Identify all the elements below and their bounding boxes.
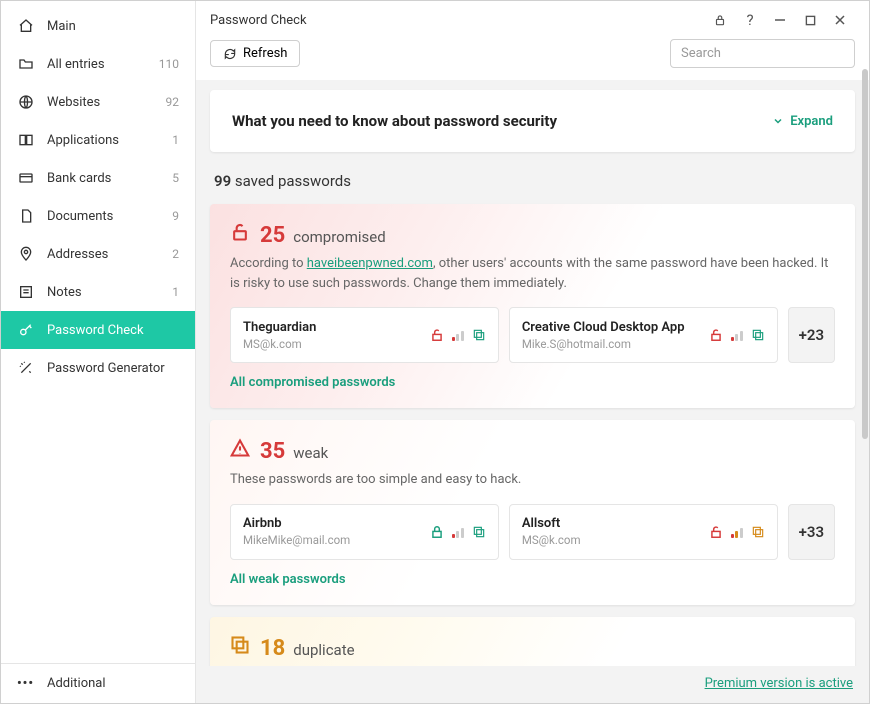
strength-icon: [452, 329, 464, 341]
duplicate-icon: [751, 525, 765, 539]
wand-icon: [17, 359, 35, 377]
panel-heading: 25 compromised: [230, 222, 835, 248]
sidebar-label: Main: [47, 19, 179, 34]
more-count-badge[interactable]: +33: [788, 504, 835, 560]
card-icon: [17, 169, 35, 187]
footer: Premium version is active: [196, 666, 869, 703]
duplicate-icon: [472, 525, 486, 539]
entries-row: Theguardian MS@k.com Creative Cloud Desk…: [230, 307, 835, 363]
sidebar-item-addresses[interactable]: Addresses 2: [1, 235, 195, 273]
sidebar-item-all-entries[interactable]: All entries 110: [1, 45, 195, 83]
refresh-button[interactable]: Refresh: [210, 40, 300, 67]
strength-icon: [452, 526, 464, 538]
document-icon: [17, 207, 35, 225]
note-icon: [17, 283, 35, 301]
sidebar-item-notes[interactable]: Notes 1: [1, 273, 195, 311]
home-icon: [17, 17, 35, 35]
hibp-link[interactable]: haveibeenpwned.com: [307, 256, 433, 271]
minimize-button[interactable]: [765, 9, 795, 31]
sidebar-item-main[interactable]: Main: [1, 7, 195, 45]
sidebar-item-websites[interactable]: Websites 92: [1, 83, 195, 121]
toolbar: Refresh: [196, 33, 869, 80]
unlock-icon: [430, 328, 444, 342]
more-icon: •••: [17, 676, 35, 691]
expand-button[interactable]: Expand: [772, 114, 833, 129]
unlock-icon: [230, 222, 250, 242]
info-card-title: What you need to know about password sec…: [232, 112, 772, 130]
unlock-icon: [709, 525, 723, 539]
password-entry[interactable]: Airbnb MikeMike@mail.com: [230, 504, 499, 560]
sidebar-item-password-check[interactable]: Password Check: [1, 311, 195, 349]
password-entry[interactable]: Theguardian MS@k.com: [230, 307, 499, 363]
all-weak-link[interactable]: All weak passwords: [230, 572, 835, 587]
panel-weak: 35 weak These passwords are too simple a…: [210, 420, 855, 605]
panel-heading: 18 duplicate: [230, 635, 835, 661]
chevron-down-icon: [772, 115, 784, 127]
panel-description: These passwords are too simple and easy …: [230, 470, 835, 490]
sidebar-item-password-generator[interactable]: Password Generator: [1, 349, 195, 387]
warning-icon: [230, 438, 250, 458]
strength-icon: [731, 329, 743, 341]
lock-icon[interactable]: [705, 9, 735, 31]
sidebar-footer-additional[interactable]: ••• Additional: [1, 663, 195, 703]
strength-icon: [731, 526, 743, 538]
titlebar: Password Check ?: [196, 1, 869, 33]
main-area: Password Check ? Refresh What you need t…: [196, 1, 869, 703]
lock-icon: [430, 525, 444, 539]
panel-compromised: 25 compromised According to haveibeenpwn…: [210, 204, 855, 408]
unlock-icon: [709, 328, 723, 342]
summary-count: 99 saved passwords: [210, 164, 855, 204]
pin-icon: [17, 245, 35, 263]
search-input[interactable]: [670, 39, 855, 68]
panel-heading: 35 weak: [230, 438, 835, 464]
more-count-badge[interactable]: +23: [788, 307, 835, 363]
password-entry[interactable]: Allsoft MS@k.com: [509, 504, 778, 560]
sidebar-item-bank-cards[interactable]: Bank cards 5: [1, 159, 195, 197]
close-button[interactable]: [825, 9, 855, 31]
sidebar: Main All entries 110 Websites 92 Applica…: [1, 1, 196, 703]
password-entry[interactable]: Creative Cloud Desktop App Mike.S@hotmai…: [509, 307, 778, 363]
scrollbar[interactable]: [862, 69, 868, 439]
sidebar-list: Main All entries 110 Websites 92 Applica…: [1, 1, 195, 663]
maximize-button[interactable]: [795, 9, 825, 31]
refresh-icon: [223, 47, 237, 61]
apps-icon: [17, 131, 35, 149]
duplicate-icon: [230, 635, 250, 655]
page-title: Password Check: [210, 13, 307, 28]
key-icon: [17, 321, 35, 339]
sidebar-item-documents[interactable]: Documents 9: [1, 197, 195, 235]
content-scroll[interactable]: What you need to know about password sec…: [196, 80, 869, 666]
duplicate-icon: [472, 328, 486, 342]
premium-link[interactable]: Premium version is active: [705, 676, 853, 691]
sidebar-item-applications[interactable]: Applications 1: [1, 121, 195, 159]
globe-icon: [17, 93, 35, 111]
info-card: What you need to know about password sec…: [210, 90, 855, 152]
folder-icon: [17, 55, 35, 73]
duplicate-icon: [751, 328, 765, 342]
help-icon[interactable]: ?: [735, 9, 765, 31]
entries-row: Airbnb MikeMike@mail.com Allsoft MS@k.co…: [230, 504, 835, 560]
panel-description: According to haveibeenpwned.com, other u…: [230, 254, 835, 293]
all-compromised-link[interactable]: All compromised passwords: [230, 375, 835, 390]
panel-duplicate: 18 duplicate You use these passwords to …: [210, 617, 855, 667]
